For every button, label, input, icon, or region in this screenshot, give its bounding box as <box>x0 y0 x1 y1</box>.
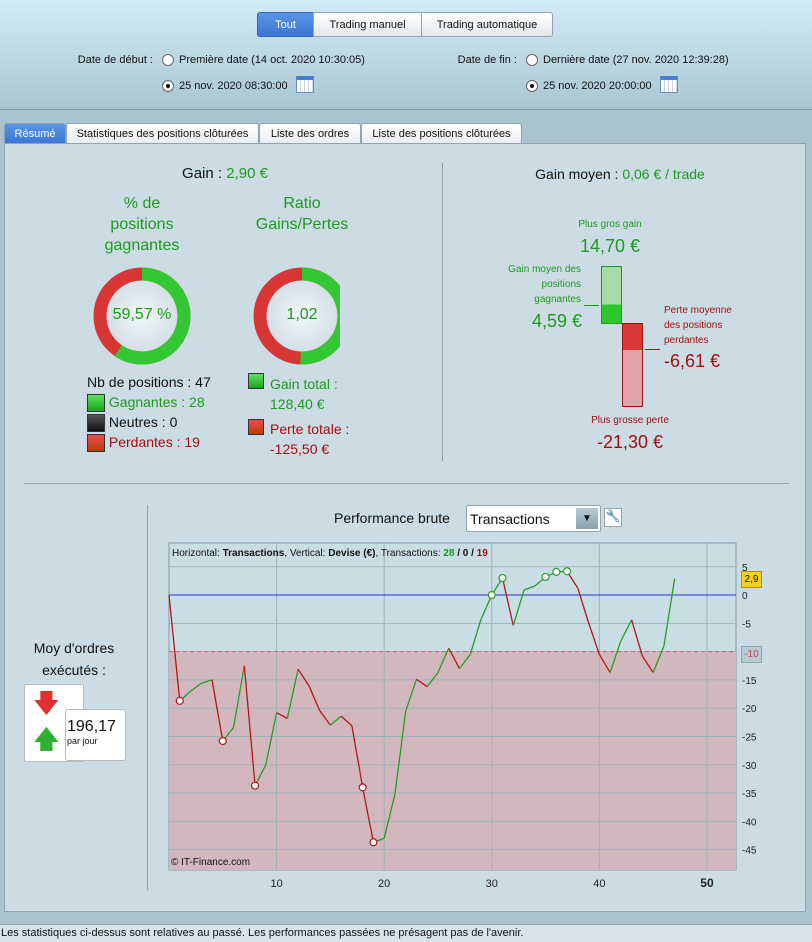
x-tick-label: 40 <box>593 878 605 890</box>
threshold-badge: -10 <box>741 646 762 663</box>
data-point <box>250 781 260 790</box>
data-point <box>498 573 507 583</box>
last-value-badge: 2,9 <box>741 571 762 588</box>
y-tick-label: -15 <box>742 676 757 687</box>
y-tick-label: -20 <box>742 704 757 715</box>
y-tick-label: -25 <box>742 732 757 743</box>
y-tick-label: -45 <box>742 846 757 857</box>
x-tick-label: 30 <box>486 878 498 890</box>
chart-header: Horizontal: Transactions, Vertical: Devi… <box>172 548 488 559</box>
y-tick-label: -5 <box>742 619 751 630</box>
data-point <box>552 567 561 576</box>
data-point <box>369 838 378 847</box>
data-point <box>358 783 367 792</box>
loss-zone <box>169 651 736 870</box>
y-tick-label: 0 <box>742 591 748 602</box>
performance-chart: 50-5-15-20-25-30-35-40-4510 20 30 40 50 <box>168 542 757 890</box>
data-point <box>562 567 572 576</box>
x-tick-label: 10 <box>270 878 282 890</box>
y-tick-label: -35 <box>742 789 757 800</box>
data-point <box>175 696 184 705</box>
data-point <box>487 590 496 600</box>
data-point <box>541 572 550 582</box>
x-tick-label: 20 <box>378 878 390 890</box>
x-tick-label: 50 <box>700 876 714 890</box>
disclaimer: Les statistiques ci-dessus sont relative… <box>0 924 812 942</box>
y-tick-label: -30 <box>742 761 757 772</box>
watermark: © IT-Finance.com <box>171 857 251 868</box>
y-tick-label: -40 <box>742 817 757 828</box>
data-point <box>218 736 227 746</box>
